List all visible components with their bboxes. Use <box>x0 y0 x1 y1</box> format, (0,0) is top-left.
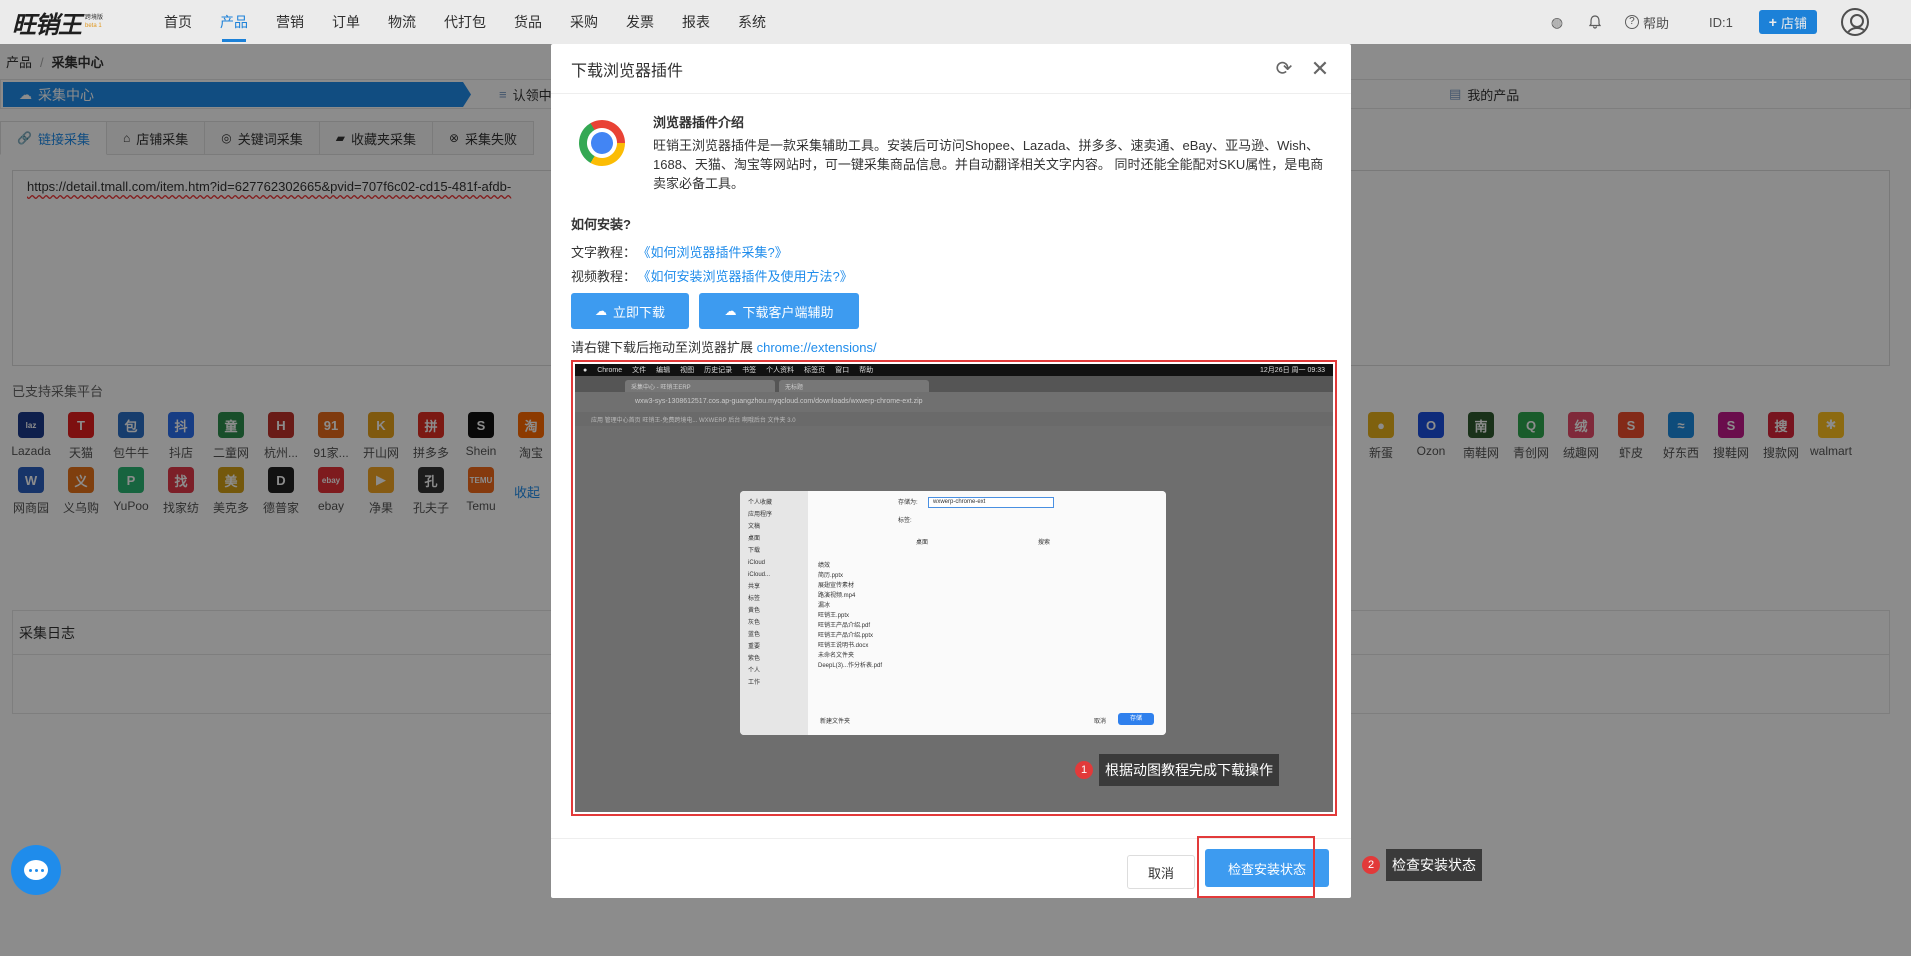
video-tutorial-link[interactable]: 《如何安装浏览器插件及使用方法?》 <box>644 269 853 284</box>
tutorial-animation-frame: ● Chrome 文件 编辑 视图 历史记录 书签 个人资料 标签页 窗口 帮助… <box>571 360 1337 816</box>
dialog-sidebar-item: 灰色 <box>748 620 761 626</box>
browser-bookmarks: 应用 管理中心首页 旺销王-免费跨境电... WXWERP 后台 啊哦后台 文件… <box>575 412 1333 426</box>
text-tutorial-link[interactable]: 《如何浏览器插件采集?》 <box>644 245 788 260</box>
menubar-item: 帮助 <box>859 367 874 374</box>
browser-url: wxw3-sys-1308612517.cos.ap-guangzhou.myq… <box>575 392 1333 412</box>
dialog-sidebar-item: 紫色 <box>748 656 761 662</box>
how-to-install-title: 如何安装? <box>571 217 631 232</box>
cancel-button[interactable]: 取消 <box>1127 855 1195 889</box>
dialog-sidebar-item: 个人 <box>748 668 761 674</box>
dialog-file-item: 未命名文件夹 <box>818 653 855 659</box>
drag-tip-text: 请右键下载后拖动至浏览器扩展 <box>571 340 757 355</box>
save-dialog-sidebar: 个人收藏应用程序文稿桌面下载 iCloud iCloud... 共享标签黄色灰色蓝色重… <box>740 491 808 735</box>
step-1-text: 根据动图教程完成下载操作 <box>1099 754 1279 786</box>
browser-tab: 采集中心 - 旺销王ERP <box>625 380 775 392</box>
chat-icon <box>24 860 48 880</box>
menubar-item: 窗口 <box>835 367 850 374</box>
menubar-item: 文件 <box>632 367 647 374</box>
dialog-cancel: 取消 <box>1093 719 1106 725</box>
menubar-item: 编辑 <box>656 367 671 374</box>
check-install-highlight <box>1197 836 1315 898</box>
dialog-file-item: 旺销王产品介绍.pptx <box>818 633 874 639</box>
intro-text: 旺销王浏览器插件是一款采集辅助工具。安装后可访问Shopee、Lazada、拼多… <box>653 138 1324 191</box>
menubar-clock: 12月26日 周一 09:33 <box>1260 367 1325 374</box>
dialog-sidebar-item: iCloud... <box>748 572 771 578</box>
dialog-file-item: 路演视频.mp4 <box>818 593 856 599</box>
extensions-link[interactable]: chrome://extensions/ <box>757 340 877 355</box>
dialog-file-item: DeepL(3)...作分析表.pdf <box>818 663 883 669</box>
cloud-download-icon: ☁ <box>594 304 607 318</box>
cloud-download-icon: ☁ <box>724 304 737 318</box>
dialog-sidebar-item: 文稿 <box>748 524 761 530</box>
dialog-sidebar-item: 重要 <box>748 644 761 650</box>
dialog-file-item: 漏冰 <box>818 603 831 609</box>
download-now-label: 立即下载 <box>612 304 665 320</box>
menubar-item: 个人资料 <box>766 367 795 374</box>
dialog-sidebar-item: 黄色 <box>748 608 761 614</box>
dialog-file-item: 绩效 <box>818 563 831 569</box>
browser-window: 采集中心 - 旺销王ERP 无标题 wxw3-sys-1308612517.co… <box>575 376 1333 812</box>
dialog-file-item: 旺销王.pptx <box>818 613 850 619</box>
dialog-search: 搜索 <box>1038 540 1051 546</box>
save-as-field: wxwerp-chrome-ext <box>928 497 1054 508</box>
dialog-sidebar-item: 共享 <box>748 584 761 590</box>
menubar-item: Chrome <box>597 366 623 374</box>
text-tutorial-label: 文字教程： <box>571 245 637 260</box>
overlay-top <box>0 0 1911 44</box>
dialog-file-item: 简历.pptx <box>818 573 844 579</box>
refresh-icon[interactable]: ⟳ <box>1273 58 1295 80</box>
dialog-sidebar-item: 下载 <box>748 548 761 554</box>
dialog-sidebar-item: 个人收藏 <box>748 500 773 506</box>
text-tutorial-row: 文字教程： 《如何浏览器插件采集?》 <box>571 242 788 261</box>
intro-title: 浏览器插件介绍 <box>653 115 745 130</box>
menubar-item: 历史记录 <box>704 367 733 374</box>
file-list: 绩效简历.pptx 展翅宣传素材 路演视频.mp4 漏冰旺销王.pptx 旺销王产品介绍… <box>818 561 928 671</box>
dialog-sidebar-item: 应用程序 <box>748 512 773 518</box>
mac-menubar: ● Chrome 文件 编辑 视图 历史记录 书签 个人资料 标签页 窗口 帮助… <box>575 364 1333 376</box>
download-plugin-modal: 下载浏览器插件 ⟳ ✕ 浏览器插件介绍 旺销王浏览器插件是一款采集辅助工具。安装… <box>551 44 1351 898</box>
download-now-button[interactable]: ☁ 立即下载 <box>571 293 689 329</box>
apple-icon: ● <box>583 366 588 374</box>
tutorial-animation: ● Chrome 文件 编辑 视图 历史记录 书签 个人资料 标签页 窗口 帮助… <box>575 364 1333 812</box>
step-2-text: 检查安装状态 <box>1386 849 1482 881</box>
menubar-item: 视图 <box>680 367 695 374</box>
browser-tabs: 采集中心 - 旺销王ERP 无标题 <box>575 376 1333 392</box>
dialog-file-item: 展翅宣传素材 <box>818 583 855 589</box>
chat-button[interactable] <box>11 845 61 895</box>
save-as-label: 存储为: <box>898 500 918 506</box>
modal-header: 下载浏览器插件 <box>551 44 1351 94</box>
dialog-sidebar-item: 蓝色 <box>748 632 761 638</box>
video-tutorial-label: 视频教程： <box>571 269 637 284</box>
step-1-badge: 1 <box>1075 761 1093 779</box>
dialog-file-item: 旺销王产品介绍.pdf <box>818 623 871 629</box>
download-client-label: 下载客户端辅助 <box>742 304 834 320</box>
close-icon[interactable]: ✕ <box>1309 58 1331 80</box>
step-1-tip: 1 根据动图教程完成下载操作 <box>1075 754 1279 786</box>
dialog-sidebar-item: iCloud <box>748 560 766 566</box>
menubar-item: 书签 <box>742 367 757 374</box>
dialog-sidebar-item: 标签 <box>748 596 761 602</box>
menubar-item: 标签页 <box>804 367 826 374</box>
step-2-tip: 2 检查安装状态 <box>1362 849 1482 881</box>
step-2-badge: 2 <box>1362 856 1380 874</box>
browser-tab: 无标题 <box>779 380 929 392</box>
location-select: 桌面 <box>916 540 929 546</box>
download-client-button[interactable]: ☁ 下载客户端辅助 <box>699 293 859 329</box>
save-dialog: 个人收藏应用程序文稿桌面下载 iCloud iCloud... 共享标签黄色灰色蓝色重… <box>740 491 1166 735</box>
dialog-save: 存储 <box>1118 713 1154 725</box>
dialog-sidebar-item: 工作 <box>748 680 761 686</box>
new-folder-button: 新建文件夹 <box>820 719 851 725</box>
video-tutorial-row: 视频教程： 《如何安装浏览器插件及使用方法?》 <box>571 266 853 285</box>
dialog-sidebar-item: 桌面 <box>748 536 761 542</box>
tags-label: 标签: <box>898 518 912 524</box>
drag-tip: 请右键下载后拖动至浏览器扩展 chrome://extensions/ <box>571 337 877 356</box>
save-dialog-main: 存储为: wxwerp-chrome-ext 标签: 桌面 搜索 绩效简历.pp… <box>808 491 1166 735</box>
modal-title: 下载浏览器插件 <box>571 62 684 80</box>
chrome-logo-icon <box>570 111 634 175</box>
dialog-file-item: 旺销王说明书.docx <box>818 643 869 649</box>
